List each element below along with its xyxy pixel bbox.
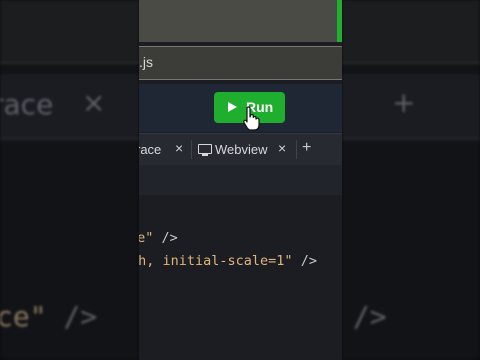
close-icon[interactable]: × — [175, 140, 183, 156]
monitor-icon — [198, 144, 212, 156]
backdrop-new-tab-icon: + — [392, 86, 416, 119]
backdrop-tab-strip: race × — [0, 74, 139, 140]
address-bar-text: .js — [139, 54, 153, 70]
new-tab-icon[interactable]: + — [302, 139, 311, 157]
code-string: ce" — [139, 230, 154, 246]
play-icon — [228, 102, 237, 112]
blurred-backdrop-right: + /> — [342, 0, 480, 360]
code-text: /> — [153, 230, 178, 246]
code-string: th, initial-scale=1" — [139, 253, 293, 269]
hand-pointer-icon — [243, 106, 260, 131]
tab-webview[interactable]: Webview × — [192, 134, 296, 165]
close-icon[interactable]: × — [278, 140, 286, 156]
code-line: ce" /> — [139, 230, 178, 246]
editor-window: .js Run race × Webview × + ce" /> th, in… — [139, 0, 342, 360]
address-bar[interactable]: .js — [139, 46, 342, 80]
tab-label: Webview — [215, 142, 268, 157]
backdrop-tab-label: race — [0, 88, 54, 121]
tab-trace[interactable]: race × — [139, 134, 191, 165]
editor-tab-bar: race × Webview × + — [139, 133, 342, 166]
code-line: th, initial-scale=1" /> — [139, 253, 317, 269]
backdrop-code-line: ce" /> — [0, 300, 97, 333]
backdrop-tab-strip: + — [342, 74, 480, 140]
backdrop-code-rest: /> — [46, 300, 98, 333]
code-editor[interactable]: ce" /> th, initial-scale=1" /> — [139, 195, 342, 360]
code-text: /> — [292, 253, 317, 269]
browser-title-area — [139, 0, 342, 42]
blurred-backdrop-left: race × ce" /> — [0, 0, 139, 360]
backdrop-divider — [0, 62, 139, 64]
backdrop-code-line: /> — [352, 300, 387, 333]
tab-divider — [296, 140, 297, 159]
tab-label: race — [139, 142, 162, 157]
backdrop-divider — [342, 62, 480, 64]
green-accent-edge — [337, 0, 342, 42]
backdrop-code-string: ce" — [0, 300, 47, 333]
backdrop-browser-chrome — [0, 0, 139, 62]
backdrop-browser-chrome — [342, 0, 480, 62]
editor-subbar — [139, 165, 342, 196]
backdrop-tab-close-icon: × — [82, 86, 106, 119]
